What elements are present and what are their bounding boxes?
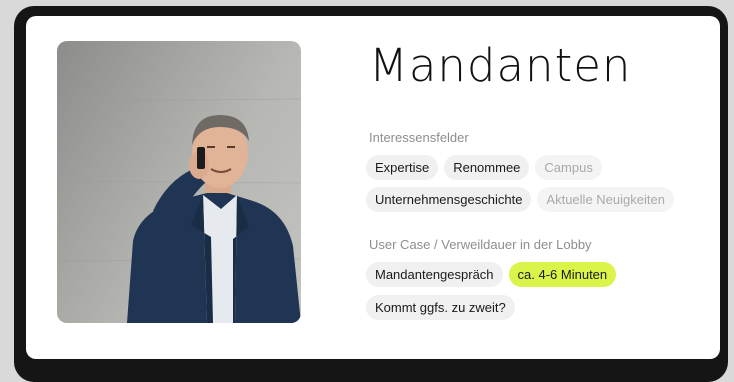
chip-duration[interactable]: ca. 4-6 Minuten [508,262,617,287]
chip-renommee[interactable]: Renommee [444,155,530,180]
interests-row-1: Expertise Renommee Campus [366,155,602,180]
persona-photo [57,41,301,323]
chip-kommt-zu-zweit[interactable]: Kommt ggfs. zu zweit? [366,295,515,320]
chip-aktuelle-neuigkeiten[interactable]: Aktuelle Neuigkeiten [537,187,674,212]
page-title: Mandanten [369,39,632,92]
man-on-phone-portrait-icon [57,98,301,323]
usecase-row-1: Mandantengespräch ca. 4-6 Minuten [366,262,617,287]
persona-card: Mandanten Interessensfelder Expertise Re… [26,16,720,359]
usecase-row-2: Kommt ggfs. zu zweit? [366,295,515,320]
chip-unternehmensgeschichte[interactable]: Unternehmensgeschichte [366,187,532,212]
chip-campus[interactable]: Campus [535,155,602,180]
chip-expertise[interactable]: Expertise [366,155,439,180]
interests-label: Interessensfelder [369,130,469,145]
interests-row-2: Unternehmensgeschichte Aktuelle Neuigkei… [366,187,674,212]
chip-mandantengespraech[interactable]: Mandantengespräch [366,262,503,287]
usecase-label: User Case / Verweildauer in der Lobby [369,237,592,252]
